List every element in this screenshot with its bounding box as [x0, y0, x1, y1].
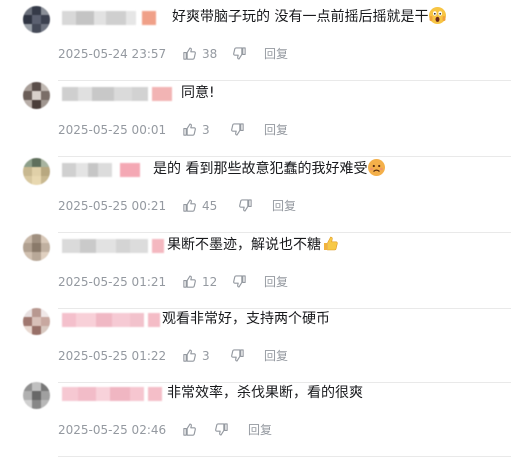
- comment-text-content: 观看非常好，支持两个硬币: [162, 311, 330, 327]
- thumbs-up-icon: [183, 123, 196, 136]
- username-blurred[interactable]: [62, 313, 160, 327]
- thumbs-down-icon: [233, 47, 246, 60]
- comment-time: 2025-05-25 01:22: [58, 349, 167, 363]
- comment-time: 2025-05-25 02:46: [58, 423, 167, 437]
- comment-item: 是的 看到那些故意犯蠢的我好难受 2025-05-25 00:21 45 回复: [0, 157, 511, 233]
- username-blurred[interactable]: [62, 239, 164, 253]
- like-count: 38: [202, 47, 218, 61]
- thumbs-down-icon: [215, 423, 228, 436]
- avatar[interactable]: [23, 158, 50, 185]
- comment-item: 果断不墨迹，解说也不糖 2025-05-25 01:21 12 回复: [0, 233, 511, 309]
- thumbs-up-icon: [183, 275, 196, 288]
- thumbs-up-icon: [183, 199, 196, 212]
- comment-time: 2025-05-25 00:01: [58, 123, 167, 137]
- username-blurred[interactable]: [62, 387, 162, 401]
- username-blurred[interactable]: [62, 87, 172, 101]
- comment-text: 同意!: [181, 83, 215, 103]
- thumbs-up-icon: [183, 47, 196, 60]
- comment-text-content: 非常效率，杀伐果断，看的很爽: [167, 385, 363, 401]
- thumbs-up-emoji-icon: [322, 235, 339, 252]
- thumbs-down-icon: [231, 123, 244, 136]
- avatar[interactable]: [23, 382, 50, 409]
- comment-text-content: 同意!: [181, 85, 215, 101]
- reply-button[interactable]: 回复: [264, 45, 288, 63]
- like-count: 3: [202, 123, 210, 137]
- thumbs-down-icon: [239, 199, 252, 212]
- username-blurred[interactable]: [62, 163, 140, 177]
- comment-text-content: 果断不墨迹，解说也不糖: [167, 237, 321, 253]
- avatar[interactable]: [23, 308, 50, 335]
- reply-button[interactable]: 回复: [264, 347, 288, 365]
- comment-time: 2025-05-25 01:21: [58, 275, 167, 289]
- comment-text: 是的 看到那些故意犯蠢的我好难受: [153, 159, 386, 179]
- like-count: 45: [202, 199, 218, 213]
- thumbs-up-icon: [183, 423, 196, 436]
- comment-text: 观看非常好，支持两个硬币: [162, 309, 330, 329]
- comment-time: 2025-05-25 00:21: [58, 199, 167, 213]
- comment-item: 好爽带脑子玩的 没有一点前摇后摇就是干 2025-05-24 23:57 38: [0, 5, 511, 81]
- comment-item: 观看非常好，支持两个硬币 2025-05-25 01:22 3 回复: [0, 307, 511, 383]
- avatar[interactable]: [23, 234, 50, 261]
- comment-item: 非常效率，杀伐果断，看的很爽 2025-05-25 02:46 回复: [0, 381, 511, 457]
- comment-text: 非常效率，杀伐果断，看的很爽: [167, 383, 363, 403]
- comment-item: 同意! 2025-05-25 00:01 3 回复: [0, 81, 511, 157]
- reply-button[interactable]: 回复: [264, 273, 288, 291]
- scream-emoji-icon: [429, 7, 447, 24]
- thumbs-down-icon: [233, 275, 246, 288]
- reply-button[interactable]: 回复: [264, 121, 288, 139]
- like-count: 3: [202, 349, 210, 363]
- avatar[interactable]: [23, 82, 50, 109]
- avatar[interactable]: [23, 6, 50, 33]
- reply-button[interactable]: 回复: [272, 197, 296, 215]
- reply-button[interactable]: 回复: [248, 421, 272, 439]
- comment-text-content: 好爽带脑子玩的 没有一点前摇后摇就是干: [172, 9, 429, 25]
- username-blurred[interactable]: [62, 11, 156, 25]
- comment-text-content: 是的 看到那些故意犯蠢的我好难受: [153, 161, 368, 177]
- like-count: 12: [202, 275, 218, 289]
- thumbs-down-icon: [231, 349, 244, 362]
- sad-emoji-icon: [368, 159, 386, 176]
- comment-text: 好爽带脑子玩的 没有一点前摇后摇就是干: [172, 7, 447, 27]
- comment-text: 果断不墨迹，解说也不糖: [167, 235, 339, 255]
- thumbs-up-icon: [183, 349, 196, 362]
- comment-time: 2025-05-24 23:57: [58, 47, 167, 61]
